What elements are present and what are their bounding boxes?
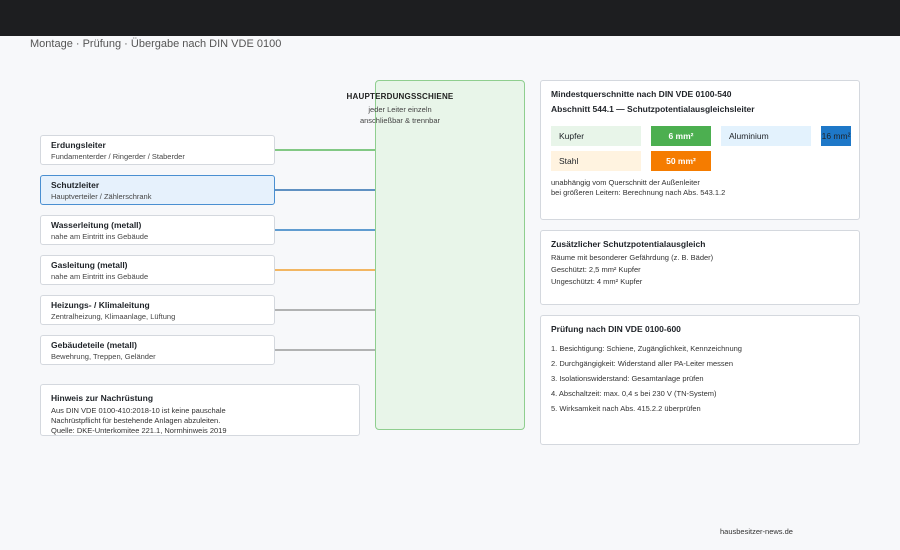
min-panel-title: Mindestquerschnitte nach DIN VDE 0100-54…: [551, 89, 732, 99]
connection-subtitle: nahe am Eintritt ins Gebäude: [51, 272, 149, 281]
test-step: 5. Wirksamkeit nach Abs. 415.2.2 überprü…: [551, 404, 701, 413]
connection-title: Gasleitung (metall): [51, 260, 128, 270]
test-procedure-panel: Prüfung nach DIN VDE 0100-600 1. Besicht…: [540, 315, 860, 445]
connection-subtitle: nahe am Eintritt ins Gebäude: [51, 232, 149, 241]
min-panel-notes: unabhängig vom Querschnitt der Außenleit…: [551, 178, 725, 198]
material-value: 6 mm²: [651, 126, 711, 146]
material-name: Stahl: [551, 151, 641, 171]
busbar-description: jeder Leiter einzeln anschließbar & tren…: [320, 104, 480, 126]
connection-item[interactable]: Schutzleiter Hauptverteiler / Zählerschra…: [40, 175, 275, 205]
connection-title: Schutzleiter: [51, 180, 100, 190]
extra-panel-title: Zusätzlicher Schutzpotentialausgleich: [551, 239, 706, 249]
connection-item[interactable]: Gebäudeteile (metall) Bewehrung, Treppen,…: [40, 335, 275, 365]
connection-title: Heizungs- / Klimaleitung: [51, 300, 150, 310]
busbar-description-line: anschließbar & trennbar: [359, 116, 441, 125]
extra-panel-line: Geschützt: 2,5 mm² Kupfer: [551, 265, 641, 274]
connection-subtitle: Bewehrung, Treppen, Geländer: [51, 352, 156, 361]
retrofit-note-line: Nachrüstpflicht für bestehende Anlagen a…: [51, 416, 221, 425]
test-step: 1. Besichtigung: Schiene, Zugänglichkeit…: [551, 344, 742, 353]
connection-subtitle: Fundamenterder / Ringerder / Staberder: [51, 152, 185, 161]
material-value: 16 mm²: [821, 126, 851, 146]
connection-item[interactable]: Gasleitung (metall) nahe am Eintritt ins …: [40, 255, 275, 285]
min-panel-note: unabhängig vom Querschnitt der Außenleit…: [551, 178, 700, 187]
busbar-description-line: jeder Leiter einzeln: [368, 105, 432, 114]
material-value: 50 mm²: [651, 151, 711, 171]
busbar-title: HAUPTERDUNGSSCHIENE: [346, 92, 454, 101]
test-step: 3. Isolationswiderstand: Gesamtanlage pr…: [551, 374, 704, 383]
material-name: Aluminium: [721, 126, 811, 146]
test-panel-title: Prüfung nach DIN VDE 0100-600: [551, 324, 681, 334]
extra-panel-line: Ungeschützt: 4 mm² Kupfer: [551, 277, 643, 286]
footer-source: hausbesitzer-news.de: [720, 527, 793, 536]
retrofit-note: Hinweis zur Nachrüstung Aus DIN VDE 0100…: [40, 384, 360, 436]
connection-title: Erdungsleiter: [51, 140, 106, 150]
min-panel-note: bei größeren Leitern: Berechnung nach Ab…: [551, 188, 726, 197]
min-panel-subtitle: Abschnitt 544.1 — Schutzpotentialausglei…: [551, 104, 755, 114]
connection-title: Gebäudeteile (metall): [51, 340, 137, 350]
connection-subtitle: Hauptverteiler / Zählerschrank: [51, 192, 152, 201]
test-step: 4. Abschaltzeit: max. 0,4 s bei 230 V (T…: [551, 389, 717, 398]
extra-panel-line: Räume mit besonderer Gefährdung (z. B. B…: [551, 253, 714, 262]
connection-item[interactable]: Erdungsleiter Fundamenterder / Ringerder …: [40, 135, 275, 165]
connection-subtitle: Zentralheizung, Klimaanlage, Lüftung: [51, 312, 176, 321]
connection-item[interactable]: Wasserleitung (metall) nahe am Eintritt i…: [40, 215, 275, 245]
retrofit-note-title: Hinweis zur Nachrüstung: [51, 393, 154, 403]
connection-item[interactable]: Heizungs- / Klimaleitung Zentralheizung, …: [40, 295, 275, 325]
retrofit-note-line: Quelle: DKE-Unterkomitee 221.1, Normhinw…: [51, 426, 227, 435]
material-name: Kupfer: [551, 126, 641, 146]
extra-bonding-panel: Zusätzlicher Schutzpotentialausgleich Rä…: [540, 230, 860, 305]
connection-title: Wasserleitung (metall): [51, 220, 142, 230]
main-earthing-busbar[interactable]: [375, 80, 525, 430]
retrofit-note-line: Aus DIN VDE 0100-410:2018-10 ist keine p…: [51, 406, 226, 415]
test-step: 2. Durchgängigkeit: Widerstand aller PA-…: [551, 359, 734, 368]
min-cross-section-panel: Mindestquerschnitte nach DIN VDE 0100-54…: [540, 80, 860, 220]
